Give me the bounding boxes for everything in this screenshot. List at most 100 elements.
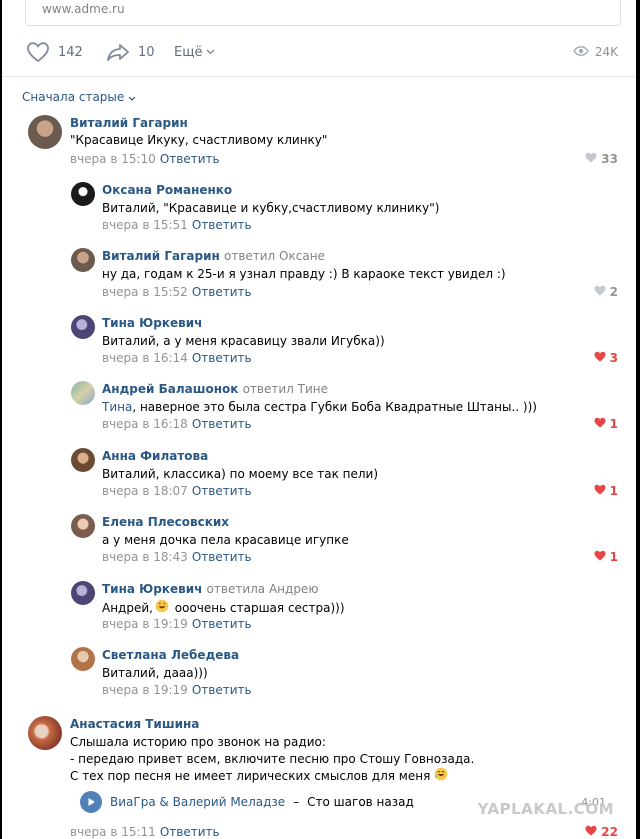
comment-meta: вчера в 19:19 Ответить (102, 683, 252, 697)
chevron-down-icon (206, 49, 215, 55)
comment-meta: вчера в 15:51 Ответить (102, 218, 252, 232)
comment-like-count: 2 (609, 285, 618, 299)
comment-like-count: 1 (609, 417, 618, 431)
comment-text: Виталий, дааа))) (102, 666, 208, 680)
heart-icon (585, 152, 597, 166)
comment-author[interactable]: Виталий Гагарин ответил Оксане (102, 249, 325, 263)
views-counter: 24K (573, 38, 618, 66)
comment-meta: вчера в 15:52 Ответить (102, 285, 252, 299)
post-actions: 142 10 Ещё 24K (2, 38, 636, 66)
comment-text: Виталий, а у меня красавицу звали Игубка… (102, 334, 385, 348)
more-button[interactable]: Ещё (174, 38, 215, 66)
avatar[interactable] (71, 647, 95, 671)
comment-meta: вчера в 15:11 Ответить (70, 825, 220, 839)
avatar[interactable] (28, 115, 62, 149)
heart-icon (594, 417, 606, 431)
reply-button[interactable]: Ответить (160, 825, 220, 839)
heart-icon (26, 41, 50, 63)
comment-author[interactable]: Виталий Гагарин (70, 116, 188, 130)
sort-dropdown[interactable]: Сначала старые (22, 90, 136, 104)
avatar[interactable] (28, 716, 62, 750)
comment-time[interactable]: вчера в 15:11 (70, 825, 156, 839)
reply-button[interactable]: Ответить (192, 351, 252, 365)
reply-button[interactable]: Ответить (192, 484, 252, 498)
audio-title: Сто шагов назад (307, 795, 414, 809)
comment-like-button[interactable]: 2 (594, 285, 618, 299)
comment-author[interactable]: Тина Юркевич ответила Андрею (102, 582, 318, 596)
heart-icon (594, 484, 606, 498)
avatar[interactable] (71, 381, 95, 405)
watermark: YAPLAKAL.COM (477, 800, 614, 818)
comment-time[interactable]: вчера в 19:19 (102, 617, 188, 631)
avatar[interactable] (71, 182, 95, 206)
audio-artist[interactable]: ВиаГра & Валерий Меладзе (110, 795, 285, 809)
reply-to-label: ответила Андрею (206, 582, 319, 596)
comment-time[interactable]: вчера в 15:51 (102, 218, 188, 232)
comment-time[interactable]: вчера в 18:07 (102, 484, 188, 498)
comment-like-count: 22 (601, 825, 618, 839)
link-preview[interactable]: www.adme.ru (25, 0, 621, 26)
reply-button[interactable]: Ответить (192, 417, 252, 431)
comment-author[interactable]: Тина Юркевич (102, 316, 202, 330)
comment-text: ну да, годам к 25-и я узнал правду :) В … (102, 267, 506, 281)
reply-to-label: ответил Тине (242, 382, 328, 396)
heart-icon (594, 550, 606, 564)
comment-text: а у меня дочка пела красавице игупке (102, 533, 349, 547)
comment-author[interactable]: Светлана Лебедева (102, 648, 239, 662)
sort-label: Сначала старые (22, 90, 125, 104)
comment-author[interactable]: Оксана Романенко (102, 183, 232, 197)
comment-time[interactable]: вчера в 15:52 (102, 285, 188, 299)
audio-attachment[interactable]: ВиаГра & Валерий Меладзе – Сто шагов наз… (80, 791, 414, 813)
reply-button[interactable]: Ответить (192, 617, 252, 631)
comment-like-button[interactable]: 1 (594, 417, 618, 431)
screenshot-frame: www.adme.ru 142 10 Ещё 24K Сначала стары… (0, 0, 640, 839)
laughing-emoji-icon (434, 767, 448, 786)
avatar[interactable] (71, 248, 95, 272)
heart-icon (594, 285, 606, 299)
share-count: 10 (138, 44, 155, 60)
heart-icon (585, 825, 597, 839)
avatar[interactable] (71, 581, 95, 605)
like-button[interactable]: 142 (26, 38, 83, 66)
comment-like-button[interactable]: 33 (585, 152, 618, 166)
comment-author[interactable]: Анастасия Тишина (70, 717, 199, 731)
comment-like-button[interactable]: 1 (594, 484, 618, 498)
avatar[interactable] (71, 315, 95, 339)
comment-like-count: 33 (601, 152, 618, 166)
comment-text-line: - передаю привет всем, включите песню пр… (70, 752, 475, 766)
comment-time[interactable]: вчера в 16:14 (102, 351, 188, 365)
comment-time[interactable]: вчера в 18:43 (102, 550, 188, 564)
comment-text: Виталий, "Красавице и кубку,счастливому … (102, 201, 440, 215)
comment-time[interactable]: вчера в 15:10 (70, 152, 156, 166)
reply-button[interactable]: Ответить (192, 218, 252, 232)
comment-time[interactable]: вчера в 19:19 (102, 683, 188, 697)
avatar[interactable] (71, 514, 95, 538)
comment-like-button[interactable]: 22 (585, 825, 618, 839)
comment-text: Андрей, ооочень старшая сестра))) (102, 599, 345, 618)
heart-icon (594, 351, 606, 365)
comment-text: Виталий, классика) по моему все так пели… (102, 467, 379, 481)
comment-text-line: С тех пор песня не имеет лирических смыс… (70, 767, 448, 786)
mention-link[interactable]: Тина (102, 400, 132, 414)
chevron-down-icon (128, 90, 136, 104)
comment-meta: вчера в 16:18 Ответить (102, 417, 252, 431)
views-count: 24K (594, 45, 618, 59)
reply-button[interactable]: Ответить (192, 285, 252, 299)
comment-author[interactable]: Андрей Балашонок ответил Тине (102, 382, 328, 396)
play-icon[interactable] (80, 791, 102, 813)
reply-button[interactable]: Ответить (160, 152, 220, 166)
reply-button[interactable]: Ответить (192, 550, 252, 564)
share-button[interactable]: 10 (106, 38, 155, 66)
post-card: www.adme.ru 142 10 Ещё 24K Сначала стары… (2, 0, 636, 839)
comment-like-button[interactable]: 3 (594, 351, 618, 365)
eye-icon (573, 45, 589, 59)
comment-like-button[interactable]: 1 (594, 550, 618, 564)
comment-text: Тина, наверное это была сестра Губки Боб… (102, 400, 537, 414)
comment-author[interactable]: Елена Плесовских (102, 515, 229, 529)
share-arrow-icon (106, 42, 130, 62)
comment-time[interactable]: вчера в 16:18 (102, 417, 188, 431)
avatar[interactable] (71, 448, 95, 472)
reply-button[interactable]: Ответить (192, 683, 252, 697)
comment-meta: вчера в 19:19 Ответить (102, 617, 252, 631)
comment-author[interactable]: Анна Филатова (102, 449, 208, 463)
